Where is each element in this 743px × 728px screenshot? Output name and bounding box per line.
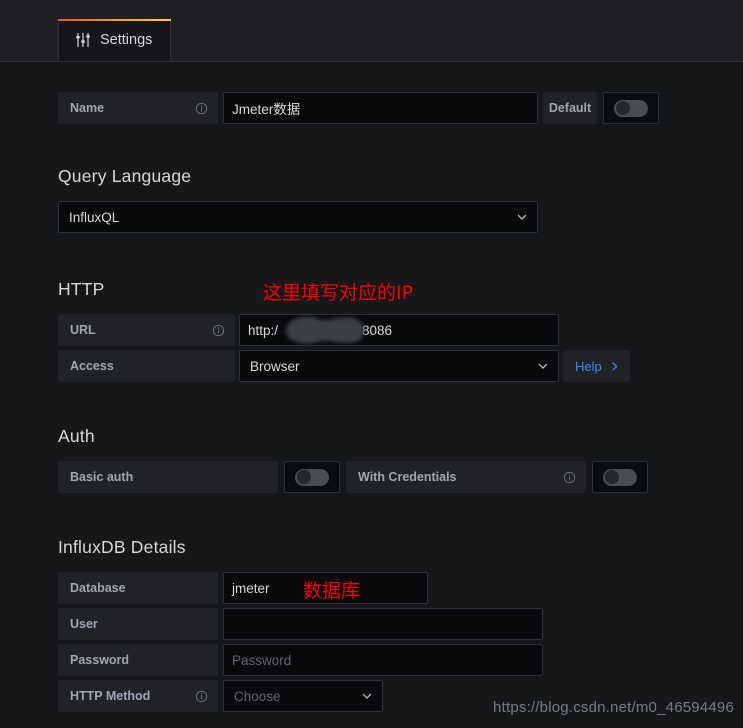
chevron-down-icon — [361, 690, 373, 702]
query-language-select[interactable]: InfluxQL — [58, 201, 538, 233]
auth-row: Basic auth With Credentials — [58, 461, 743, 493]
help-button-label: Help — [575, 358, 602, 374]
tab-settings[interactable]: Settings — [58, 19, 172, 61]
help-button[interactable]: Help — [563, 350, 630, 382]
url-row: URL http:/ 8086 — [58, 314, 743, 346]
tab-settings-label: Settings — [100, 32, 153, 48]
url-redaction-blob — [292, 317, 322, 343]
name-input[interactable]: Jmeter数据 — [223, 92, 538, 124]
with-credentials-label-text: With Credentials — [358, 470, 457, 484]
database-label: Database — [58, 572, 218, 604]
url-label-text: URL — [70, 323, 96, 337]
url-value-prefix: http:/ — [248, 322, 279, 338]
default-label: Default — [543, 92, 597, 124]
watermark: https://blog.csdn.net/m0_46594496 — [493, 699, 734, 716]
settings-form: Name Jmeter数据 Default Query Language Inf… — [0, 62, 743, 712]
basic-auth-toggle-knob — [295, 468, 329, 486]
user-row: User — [58, 608, 743, 640]
url-redaction-blob — [328, 318, 362, 342]
default-toggle-knob — [614, 99, 648, 117]
basic-auth-toggle[interactable] — [284, 461, 340, 493]
auth-title: Auth — [58, 426, 95, 446]
chevron-down-icon — [537, 360, 549, 372]
password-label-text: Password — [70, 653, 130, 667]
http-method-label-text: HTTP Method — [70, 689, 151, 703]
name-label-text: Name — [70, 101, 105, 115]
database-input[interactable]: jmeter — [223, 572, 428, 604]
url-input[interactable]: http:/ 8086 — [239, 314, 559, 346]
http-method-select[interactable]: Choose — [223, 680, 383, 712]
influxdb-details-title: InfluxDB Details — [58, 537, 186, 557]
info-circle-icon[interactable] — [563, 471, 576, 484]
with-credentials-toggle-knob — [603, 468, 637, 486]
http-method-label: HTTP Method — [58, 680, 218, 712]
user-label-text: User — [70, 617, 98, 631]
with-credentials-label: With Credentials — [346, 461, 586, 493]
http-method-value: Choose — [234, 688, 281, 704]
user-label: User — [58, 608, 218, 640]
password-row: Password Password — [58, 644, 743, 676]
query-language-value: InfluxQL — [69, 209, 120, 225]
tab-bar: Settings — [0, 0, 743, 62]
access-row: Access Browser Help — [58, 350, 743, 382]
sliders-icon — [75, 32, 91, 48]
http-title: HTTP — [58, 279, 105, 299]
access-label-text: Access — [70, 359, 114, 373]
database-label-text: Database — [70, 581, 126, 595]
info-circle-icon[interactable] — [212, 324, 225, 337]
basic-auth-label: Basic auth — [58, 461, 278, 493]
database-row: Database jmeter — [58, 572, 743, 604]
name-label: Name — [58, 92, 218, 124]
with-credentials-toggle[interactable] — [592, 461, 648, 493]
name-row: Name Jmeter数据 Default — [58, 92, 743, 124]
user-input[interactable] — [223, 608, 543, 640]
password-input[interactable]: Password — [223, 644, 543, 676]
info-circle-icon[interactable] — [195, 690, 208, 703]
password-label: Password — [58, 644, 218, 676]
chevron-right-icon — [609, 361, 620, 372]
basic-auth-label-text: Basic auth — [70, 470, 134, 484]
access-value: Browser — [250, 358, 300, 374]
access-select[interactable]: Browser — [239, 350, 559, 382]
chevron-down-icon — [516, 211, 528, 223]
query-language-title: Query Language — [58, 166, 192, 186]
url-label: URL — [58, 314, 235, 346]
default-toggle[interactable] — [603, 92, 659, 124]
info-circle-icon[interactable] — [195, 102, 208, 115]
url-value-suffix: 8086 — [362, 322, 393, 338]
access-label: Access — [58, 350, 235, 382]
